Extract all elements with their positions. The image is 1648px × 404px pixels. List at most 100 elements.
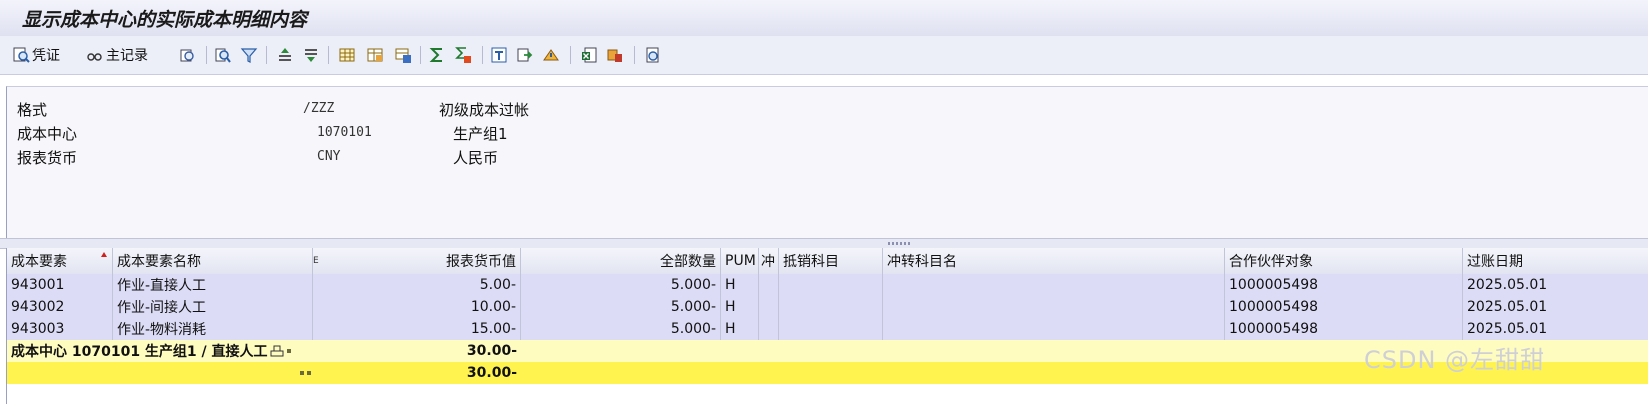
send-button[interactable] [542, 44, 560, 66]
table-row[interactable]: 943002 作业-间接人工 10.00- 5.000- H 100000549… [7, 296, 1648, 319]
graphics-icon [607, 49, 622, 62]
table-row[interactable]: 943001 作业-直接人工 5.00- 5.000- H 1000005498… [7, 274, 1648, 297]
column-header-offset-account[interactable]: 抵销科目 [779, 248, 883, 274]
total-quantity-cell[interactable]: 5.000- [521, 318, 721, 340]
toolbar-separator [328, 46, 329, 64]
subtotal-button[interactable] [454, 44, 472, 66]
report-currency-label: 报表货币 [17, 149, 78, 167]
cost-element-cell[interactable]: 943001 [7, 274, 113, 296]
find-button[interactable] [214, 44, 232, 66]
posting-date-cell[interactable]: 2025.05.01 [1463, 318, 1648, 340]
sort-indicator-icon [101, 252, 107, 257]
subtotal-print-icon [270, 345, 284, 357]
graphics-button[interactable] [606, 44, 624, 66]
print-preview-button[interactable] [490, 44, 508, 66]
column-header-label: 冲转科目名 [887, 254, 957, 270]
column-header-report-currency-value[interactable]: 报表货币值 [313, 248, 521, 274]
master-record-button[interactable]: 主记录 [86, 44, 148, 66]
cost-center-text: 生产组1 [453, 125, 508, 143]
spreadsheet-button[interactable] [580, 44, 598, 66]
partner-object-cell[interactable]: 1000005498 [1225, 318, 1463, 340]
total-value-cell[interactable]: 30.00- [313, 362, 521, 384]
column-header-offset-account-name[interactable]: 冲转科目名 [883, 248, 1225, 274]
subtotal-label-cell[interactable]: 成本中心 1070101 生产组1 / 直接人工 [7, 340, 313, 362]
cost-element-cell[interactable]: 943003 [7, 318, 113, 340]
pum-cell[interactable]: H [721, 274, 759, 296]
partner-object-cell[interactable]: 1000005498 [1225, 296, 1463, 318]
report-currency-value-cell[interactable]: 15.00- [313, 318, 521, 340]
voucher-button[interactable]: 凭证 [12, 44, 60, 66]
column-header-total-quantity[interactable]: 全部数量 [521, 248, 721, 274]
total-quantity-cell[interactable]: 5.000- [521, 296, 721, 318]
master-record-label: 主记录 [106, 48, 148, 64]
sort-ascending-button[interactable] [276, 44, 294, 66]
watermark: CSDN @左甜甜 [1364, 346, 1546, 374]
column-header-reversal[interactable]: 冲 [759, 248, 779, 274]
filter-button[interactable] [240, 44, 258, 66]
column-header-partner-object[interactable]: 合作伙伴对象 [1225, 248, 1463, 274]
format-text: 初级成本过帐 [439, 101, 530, 119]
offset-account-cell[interactable] [779, 318, 883, 340]
dot-icon [307, 371, 311, 375]
sort-descending-icon [305, 49, 317, 62]
table-row[interactable]: 943003 作业-物料消耗 15.00- 5.000- H 100000549… [7, 318, 1648, 341]
export-button[interactable] [516, 44, 534, 66]
posting-date-cell[interactable]: 2025.05.01 [1463, 296, 1648, 318]
column-header-cost-element-name[interactable]: 成本要素名称 [113, 248, 313, 274]
reversal-cell[interactable] [759, 274, 779, 296]
column-header-label: 合作伙伴对象 [1229, 254, 1313, 270]
layout-icon [339, 48, 355, 62]
toolbar-separator [570, 46, 571, 64]
format-label: 格式 [17, 101, 48, 119]
pum-cell[interactable]: H [721, 318, 759, 340]
report-currency-value-cell[interactable]: 10.00- [313, 296, 521, 318]
grid-header-row: 成本要素 成本要素名称 报表货币值 E 全部数量 PUM 冲 抵销科目 冲转科目… [7, 248, 1648, 275]
subtotal-label: 成本中心 1070101 生产组1 / 直接人工 [11, 344, 268, 360]
subtotal-value-cell[interactable]: 30.00- [313, 340, 521, 362]
toolbar-separator [634, 46, 635, 64]
sort-descending-button[interactable] [302, 44, 320, 66]
pum-cell[interactable]: H [721, 296, 759, 318]
glasses-icon [87, 53, 102, 61]
sort-ascending-icon [279, 48, 291, 61]
partner-object-cell[interactable]: 1000005498 [1225, 274, 1463, 296]
sum-icon [429, 48, 442, 62]
offset-account-cell[interactable] [779, 274, 883, 296]
cost-element-name-cell[interactable]: 作业-物料消耗 [113, 318, 313, 340]
application-toolbar: 凭证 主记录 [0, 36, 1648, 75]
posting-date-cell[interactable]: 2025.05.01 [1463, 274, 1648, 296]
splitter-grip-icon[interactable] [888, 242, 910, 245]
column-header-posting-date[interactable]: 过账日期 [1463, 248, 1648, 274]
send-icon [543, 49, 559, 61]
offset-account-name-cell[interactable] [883, 296, 1225, 318]
info-button[interactable] [644, 44, 662, 66]
report-currency-value-cell[interactable]: 5.00- [313, 274, 521, 296]
reversal-cell[interactable] [759, 318, 779, 340]
column-header-pum[interactable]: PUM [721, 248, 759, 274]
detail-button[interactable] [178, 44, 196, 66]
detail-icon [180, 49, 194, 62]
toolbar-separator [266, 46, 267, 64]
cost-element-name-cell[interactable]: 作业-间接人工 [113, 296, 313, 318]
layout-button[interactable] [338, 44, 356, 66]
offset-account-name-cell[interactable] [883, 274, 1225, 296]
export-icon [517, 48, 533, 62]
cost-element-name-cell[interactable]: 作业-直接人工 [113, 274, 313, 296]
total-quantity-cell[interactable]: 5.000- [521, 274, 721, 296]
sum-button[interactable] [428, 44, 446, 66]
print-preview-icon [491, 47, 507, 63]
cost-center-label: 成本中心 [17, 125, 78, 143]
save-layout-button[interactable] [394, 44, 412, 66]
offset-account-cell[interactable] [779, 296, 883, 318]
dot-icon [300, 371, 304, 375]
total-label-cell[interactable] [7, 362, 313, 384]
cost-element-cell[interactable]: 943002 [7, 296, 113, 318]
column-header-label: PUM [725, 253, 756, 269]
column-header-label: 抵销科目 [783, 254, 839, 270]
toolbar-separator [206, 46, 207, 64]
offset-account-name-cell[interactable] [883, 318, 1225, 340]
column-header-cost-element[interactable]: 成本要素 [7, 248, 113, 274]
reversal-cell[interactable] [759, 296, 779, 318]
choose-layout-button[interactable] [366, 44, 384, 66]
column-header-label: 报表货币值 [446, 254, 516, 270]
